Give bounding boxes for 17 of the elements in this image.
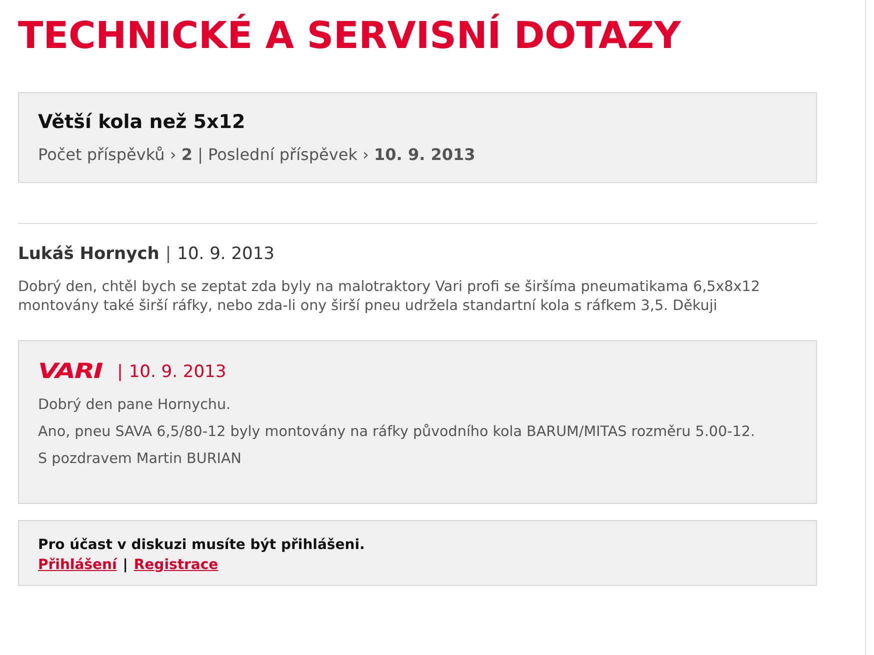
login-link[interactable]: Registrace	[134, 557, 218, 573]
logo: VARI	[38, 361, 102, 382]
post-text: S pozdravem Martin BURIAN	[38, 450, 242, 469]
post-date: 10. 9. 2013	[177, 244, 274, 264]
post-text: Ano, pneu SAVA 6,5/80-12 byly montovány na ráfky původního kola BARUM/MITAS rozměru 5.00-12.	[38, 423, 756, 442]
separator: |	[165, 244, 172, 264]
topic-title: Větší kola než 5x12	[38, 111, 246, 133]
page-title: TECHNICKÉ A SERVISNÍ DOTAZY	[18, 12, 682, 59]
post-text: Dobrý den, chtěl bych se zeptat zda byly na malotraktory Vari profi se širšíma pneumatikama 6,5x8x12 montovány také širší ráfky, nebo zda-li ony širší pneu udržela standartní kola s ráfkem 3,5. Děkuji	[18, 278, 761, 316]
separator: |	[122, 557, 128, 573]
login-message: Pro účast v diskuzi musíte být přihlášeni.	[38, 537, 366, 553]
post-date: 10. 9. 2013	[128, 362, 226, 382]
topic-meta: Počet příspěvků › 2 | Poslední příspěvek › 10. 9. 2013	[38, 145, 476, 164]
post-text: Dobrý den pane Hornychu.	[38, 396, 232, 415]
separator: |	[117, 362, 123, 382]
login-link[interactable]: Přihlášení	[38, 557, 117, 573]
post-author: Lukáš Hornych	[18, 244, 160, 264]
